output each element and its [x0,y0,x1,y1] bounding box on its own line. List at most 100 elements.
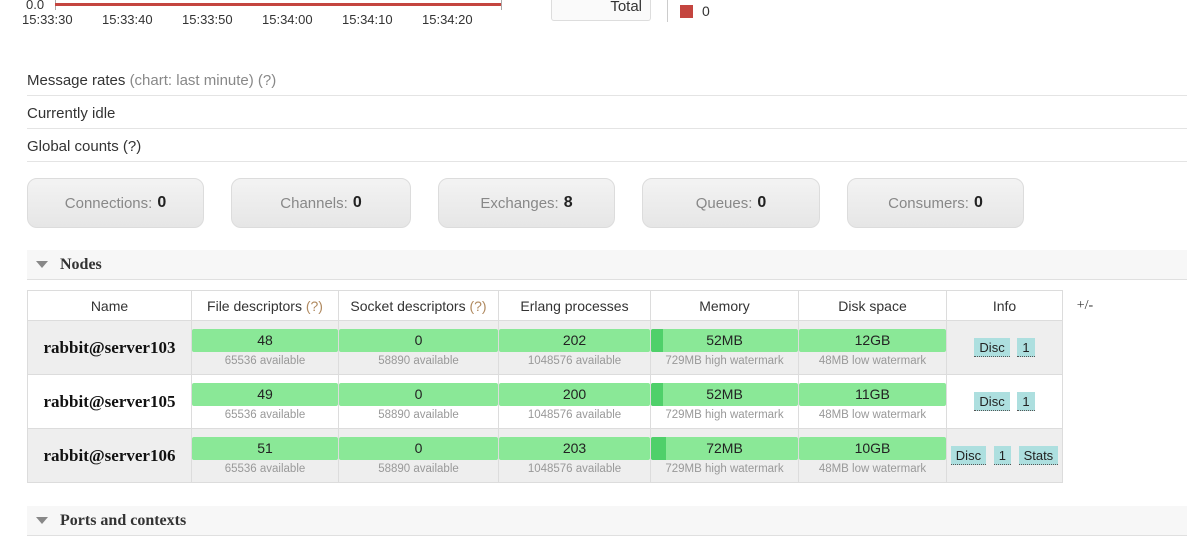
chart-x-tick-1: 15:33:40 [102,12,153,27]
socket-descriptors-sub: 58890 available [378,408,459,421]
global-count-consumers-label: Consumers: [888,194,969,212]
chart-axis-right [501,0,502,10]
disk-space-sub: 48MB low watermark [818,408,927,421]
column-header-name[interactable]: Name [27,290,192,321]
chart-x-tick-3: 15:34:00 [262,12,313,27]
file-descriptors-value: 51 [257,440,273,456]
nodes-section-toggle[interactable]: Nodes [27,250,1187,280]
global-counts-heading: Global counts (?) [27,138,1187,162]
erlang-processes-bar: 203 [499,436,650,460]
global-counts-title: Global counts [27,138,119,155]
global-count-exchanges-value: 8 [563,194,573,211]
file-descriptors-bar: 49 [192,382,338,406]
info-badge-disc[interactable]: Disc [974,392,1010,411]
column-header-erlang-processes[interactable]: Erlang processes [498,290,651,321]
ports-section-title: Ports and contexts [60,511,187,529]
row-expand-cell[interactable] [1062,320,1108,375]
memory-bar: 52MB [651,382,798,406]
socket-descriptors-bar: 0 [339,436,498,460]
erlang-processes-value: 202 [562,332,587,348]
legend-total-label[interactable]: Total [551,0,651,21]
erlang-processes-sub: 1048576 available [527,408,622,421]
node-memory-cell: 72MB 729MB high watermark [650,428,799,483]
socket-descriptors-value: 0 [414,440,423,456]
disk-space-bar: 11GB [799,382,946,406]
legend-total-value: 0 [702,3,710,19]
global-count-channels[interactable]: Channels: 0 [231,178,411,228]
column-header-memory-label: Memory [699,297,750,314]
chart-x-tick-4: 15:34:10 [342,12,393,27]
column-header-disk-space-label: Disk space [838,297,907,314]
ports-section-toggle[interactable]: Ports and contexts [27,506,1187,536]
help-icon-file-descriptors[interactable]: (?) [306,298,323,314]
node-name-cell[interactable]: rabbit@server106 [27,428,192,483]
column-header-socket-descriptors[interactable]: Socket descriptors (?) [338,290,499,321]
global-counts-note[interactable]: (?) [123,138,141,155]
memory-value: 52MB [706,332,743,348]
nodes-table-header-row: Name File descriptors (?) Socket descrip… [27,290,1108,321]
node-name-cell[interactable]: rabbit@server105 [27,374,192,429]
global-count-exchanges[interactable]: Exchanges: 8 [438,178,615,228]
info-badge-count[interactable]: 1 [1017,392,1035,411]
column-header-memory[interactable]: Memory [650,290,799,321]
info-badge-stats[interactable]: Stats [1018,446,1059,465]
node-info-cell: Disc 1 [946,320,1063,375]
global-count-queues[interactable]: Queues: 0 [642,178,820,228]
global-count-connections[interactable]: Connections: 0 [27,178,204,228]
node-name-cell[interactable]: rabbit@server103 [27,320,192,375]
memory-bar-fill [651,328,663,352]
info-badge-count[interactable]: 1 [1017,338,1035,357]
chevron-down-icon[interactable] [36,517,48,524]
help-icon-socket-descriptors[interactable]: (?) [469,298,486,314]
column-header-file-descriptors-label: File descriptors [207,297,302,314]
global-count-consumers[interactable]: Consumers: 0 [847,178,1024,228]
column-header-info[interactable]: Info [946,290,1063,321]
node-file-descriptors-cell: 48 65536 available [191,320,339,375]
file-descriptors-sub: 65536 available [224,408,306,421]
erlang-processes-sub: 1048576 available [527,354,622,367]
chart-x-tick-0: 15:33:30 [22,12,73,27]
chevron-down-icon[interactable] [36,261,48,268]
overview-page: 0.0 15:33:30 15:33:40 15:33:50 15:34:00 … [0,0,1187,548]
erlang-processes-sub: 1048576 available [527,462,622,475]
socket-descriptors-bar: 0 [339,382,498,406]
nodes-section-title: Nodes [60,255,102,273]
node-socket-descriptors-cell: 0 58890 available [338,374,499,429]
global-count-queues-label: Queues: [695,194,753,212]
table-row[interactable]: rabbit@server105 49 65536 available 0 58… [27,374,1108,429]
node-disk-space-cell: 10GB 48MB low watermark [798,428,947,483]
disk-space-value: 10GB [854,440,891,456]
file-descriptors-bar: 51 [192,436,338,460]
info-badge-count[interactable]: 1 [993,446,1011,465]
disk-space-sub: 48MB low watermark [818,354,927,367]
table-row[interactable]: rabbit@server106 51 65536 available 0 58… [27,428,1108,483]
message-rates-note[interactable]: (chart: last minute) (?) [130,72,277,89]
row-expand-cell[interactable] [1062,428,1108,483]
currently-idle-text: Currently idle [27,105,116,122]
row-expand-cell[interactable] [1062,374,1108,429]
node-memory-cell: 52MB 729MB high watermark [650,320,799,375]
node-disk-space-cell: 11GB 48MB low watermark [798,374,947,429]
global-count-queues-value: 0 [757,194,767,211]
memory-sub: 729MB high watermark [665,462,784,475]
nodes-table: Name File descriptors (?) Socket descrip… [27,290,1108,483]
memory-value: 72MB [706,440,743,456]
column-header-disk-space[interactable]: Disk space [798,290,947,321]
erlang-processes-value: 200 [562,386,587,402]
column-header-plus-minus[interactable]: +/- [1062,290,1108,321]
chart-legend: Total 0 [551,0,710,22]
file-descriptors-sub: 65536 available [224,354,306,367]
column-header-info-label: Info [992,297,1017,314]
legend-color-swatch-icon [680,4,693,18]
table-row[interactable]: rabbit@server103 48 65536 available 0 58… [27,320,1108,375]
currently-idle-row: Currently idle [27,105,1187,129]
memory-bar-fill [651,382,663,406]
info-badge-disc[interactable]: Disc [974,338,1010,357]
socket-descriptors-sub: 58890 available [378,462,459,475]
disk-space-bar: 12GB [799,328,946,352]
column-header-file-descriptors[interactable]: File descriptors (?) [191,290,339,321]
file-descriptors-value: 49 [257,386,273,402]
info-badge-disc[interactable]: Disc [950,446,987,465]
node-erlang-processes-cell: 200 1048576 available [498,374,651,429]
erlang-processes-bar: 200 [499,382,650,406]
